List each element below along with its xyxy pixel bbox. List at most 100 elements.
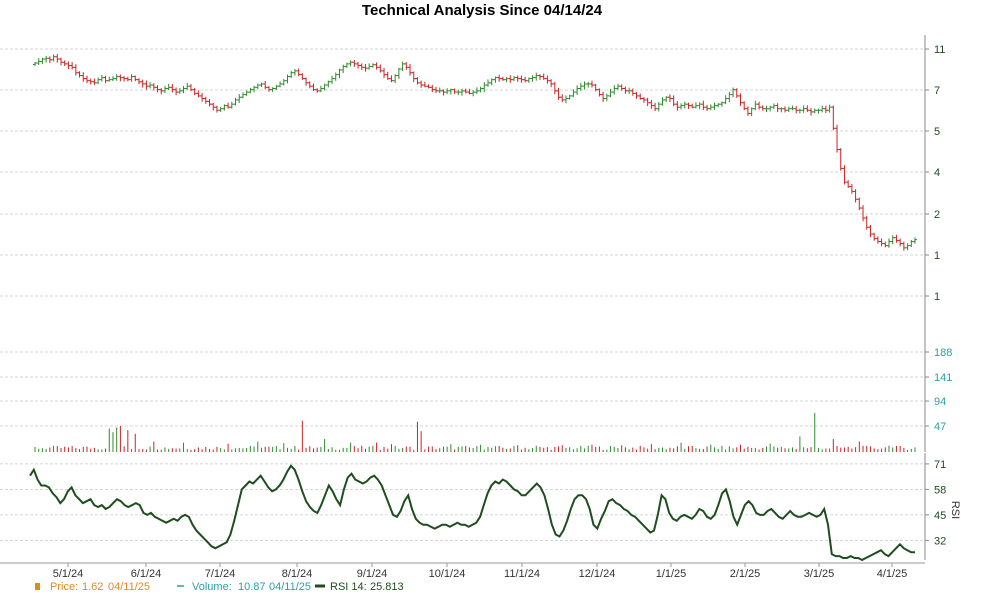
price-candle (226, 102, 231, 109)
price-candle (367, 63, 372, 70)
legend-rsi-value: 25.813 (370, 581, 404, 593)
price-candle (174, 87, 179, 96)
price-candle (641, 97, 646, 103)
legend-price-value: 1.62 (82, 581, 103, 593)
price-candle (482, 82, 487, 92)
price-candle (519, 75, 524, 83)
price-candle (81, 72, 86, 82)
price-candle (170, 84, 175, 93)
price-candle (604, 93, 609, 102)
price-candle (913, 237, 917, 244)
price-candle (474, 87, 479, 94)
price-candle (348, 60, 353, 67)
price-candle (99, 74, 104, 82)
price-candle (541, 73, 546, 80)
price-candle (812, 108, 817, 114)
price-candle (370, 63, 375, 68)
price-candle (315, 88, 320, 93)
rsi-tick-label: 71 (934, 459, 946, 471)
price-candle (552, 81, 557, 95)
price-candle (831, 105, 836, 131)
x-tick-label: 8/1/24 (282, 568, 313, 580)
legend-volume-date: 04/11/25 (269, 581, 311, 593)
price-candle (411, 71, 416, 83)
x-tick-label: 3/1/25 (804, 568, 835, 580)
price-candle (426, 84, 431, 89)
price-candle (890, 235, 895, 245)
price-candle (292, 68, 297, 76)
price-candle (887, 238, 892, 248)
axis-labels: 117542111881419447715845325/1/24 6/1/24 7/… (53, 44, 953, 580)
price-candle (864, 215, 869, 230)
price-candle (374, 62, 379, 70)
price-candle (244, 90, 249, 96)
price-candle (749, 107, 754, 117)
price-candle (159, 88, 164, 95)
price-candle (775, 103, 780, 113)
price-candle (445, 88, 450, 95)
price-candle (738, 93, 743, 106)
price-candle (719, 101, 724, 107)
price-candle (96, 77, 101, 85)
legend-price-swatch (35, 583, 40, 590)
price-candle (463, 88, 468, 94)
legend-price-label: Price: (50, 581, 78, 593)
price-candle (92, 78, 97, 85)
price-candle (560, 94, 565, 103)
price-candle (255, 83, 260, 90)
price-candle (493, 76, 498, 83)
price-candle (686, 102, 691, 109)
x-tick-label: 6/1/24 (131, 568, 162, 580)
rsi-tick-label: 32 (934, 535, 946, 547)
price-candles (33, 54, 917, 251)
price-candle (827, 104, 832, 113)
price-tick-label: 5 (934, 126, 940, 138)
price-candle (753, 100, 758, 111)
price-candle (504, 77, 509, 83)
price-candle (344, 62, 349, 68)
price-candle (214, 105, 219, 113)
price-candle (894, 234, 899, 243)
price-candle (545, 75, 550, 84)
price-candle (252, 85, 257, 93)
price-candle (898, 238, 903, 247)
x-tick-label: 4/1/25 (877, 568, 908, 580)
price-candle (764, 105, 769, 113)
x-tick-label: 12/1/24 (579, 568, 616, 580)
price-candle (307, 81, 312, 89)
price-candle (526, 77, 531, 83)
price-candle (356, 61, 361, 69)
price-candle (114, 73, 119, 81)
price-candle (586, 81, 591, 88)
price-candle (809, 108, 814, 116)
price-candle (656, 101, 661, 112)
price-candle (905, 243, 910, 251)
price-tick-label: 11 (934, 44, 945, 56)
price-candle (211, 102, 216, 111)
price-candle (653, 102, 658, 112)
legend-volume-label: Volume: (192, 581, 232, 593)
price-candle (33, 61, 37, 66)
price-candle (857, 197, 862, 211)
price-candle (419, 80, 424, 88)
x-tick-label: 1/1/25 (656, 568, 687, 580)
price-tick-label: 1 (934, 291, 940, 303)
price-candle (55, 54, 60, 63)
price-candle (883, 241, 888, 248)
price-candle (196, 90, 201, 98)
price-candle (708, 104, 713, 111)
volume-tick-label: 94 (934, 396, 946, 408)
price-candle (537, 74, 542, 80)
price-candle (731, 87, 736, 98)
price-candle (229, 101, 234, 109)
price-candle (430, 84, 435, 93)
price-candle (203, 96, 208, 104)
price-candle (679, 103, 684, 110)
legend-volume-value: 10.87 (238, 581, 266, 593)
price-candle (530, 75, 535, 82)
price-candle (615, 83, 620, 91)
price-candle (853, 189, 858, 203)
price-candle (660, 97, 665, 106)
technical-analysis-chart: Technical Analysis Since 04/14/24 11 7 5 4 2… (0, 0, 1000, 600)
price-candle (675, 101, 680, 111)
